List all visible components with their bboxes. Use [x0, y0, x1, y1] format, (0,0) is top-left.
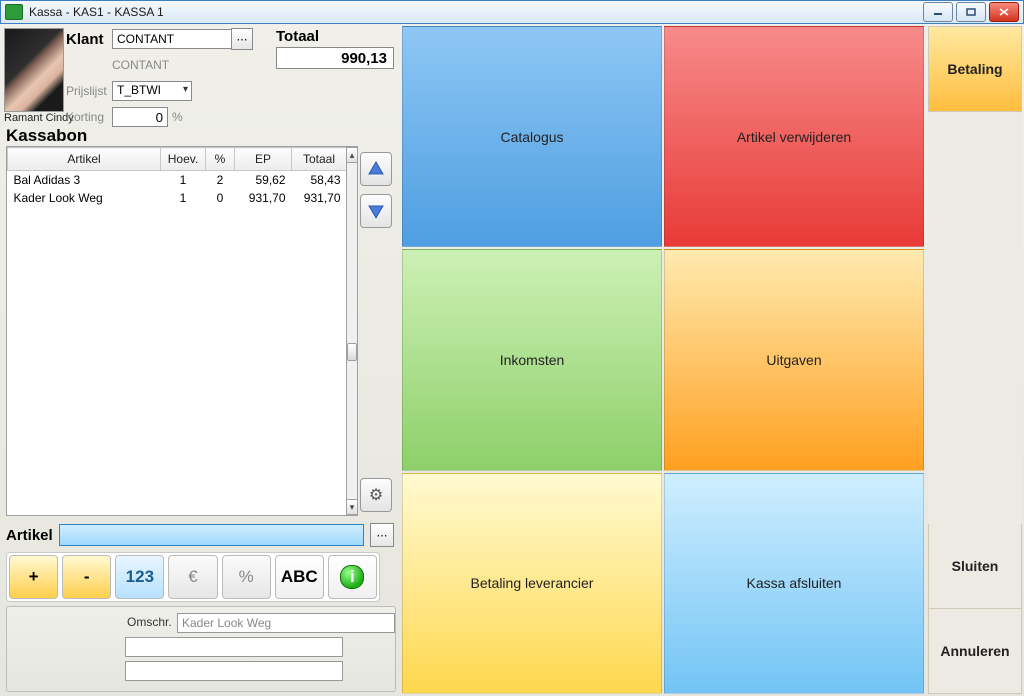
discount-input[interactable] — [112, 107, 168, 127]
scroll-down-icon[interactable]: ▾ — [346, 499, 358, 515]
settings-button[interactable]: ⚙ — [360, 478, 392, 512]
right-strip: Betaling Sluiten Annuleren — [928, 26, 1022, 694]
col-hoev[interactable]: Hoev. — [161, 148, 206, 171]
left-panel: Ramant Cindy Klant ⋯ CONTANT Prijslijst … — [0, 24, 398, 696]
keypad: + - 123 € % ABC i — [6, 552, 380, 602]
pricelist-label: Prijslijst — [66, 84, 112, 98]
close-button[interactable] — [989, 2, 1019, 22]
receipt-table: Artikel Hoev. % EP Totaal Bal Adidas 3 1… — [6, 146, 348, 516]
total-value: 990,13 — [276, 47, 394, 69]
scroll-track[interactable] — [346, 163, 358, 499]
description-input-3[interactable] — [125, 661, 343, 681]
keypad-plus[interactable]: + — [9, 555, 58, 599]
col-pct[interactable]: % — [206, 148, 235, 171]
window-title: Kassa - KAS1 - KASSA 1 — [29, 5, 164, 19]
pricelist-select[interactable]: T_BTWI — [112, 81, 192, 101]
tile-artikel-verwijderen[interactable]: Artikel verwijderen — [664, 26, 924, 247]
right-sluiten-button[interactable]: Sluiten — [928, 524, 1022, 609]
minimize-button[interactable] — [923, 2, 953, 22]
maximize-button[interactable] — [956, 2, 986, 22]
user-photo — [4, 28, 64, 112]
keypad-info[interactable]: i — [328, 555, 377, 599]
customer-display: CONTANT — [112, 58, 169, 72]
tile-kassa-afsluiten[interactable]: Kassa afsluiten — [664, 473, 924, 694]
receipt-header-row: Artikel Hoev. % EP Totaal — [8, 148, 347, 171]
info-icon: i — [340, 565, 364, 589]
total-label: Totaal — [276, 28, 394, 45]
artikel-row: Artikel ⋯ — [6, 522, 394, 548]
app-icon — [5, 4, 23, 20]
keypad-abc[interactable]: ABC — [275, 555, 324, 599]
col-ep[interactable]: EP — [235, 148, 292, 171]
description-input-1[interactable] — [177, 613, 395, 633]
description-input-2[interactable] — [125, 637, 343, 657]
titlebar: Kassa - KAS1 - KASSA 1 — [0, 0, 1024, 24]
keypad-123[interactable]: 123 — [115, 555, 164, 599]
window-controls — [923, 2, 1019, 22]
col-artikel[interactable]: Artikel — [8, 148, 161, 171]
customer-label: Klant — [66, 31, 112, 48]
tile-grid: Catalogus Artikel verwijderen Inkomsten … — [402, 26, 924, 694]
table-row[interactable]: Kader Look Weg 1 0 931,70 931,70 — [8, 189, 347, 207]
customer-lookup-button[interactable]: ⋯ — [231, 28, 253, 50]
table-row[interactable]: Bal Adidas 3 1 2 59,62 58,43 — [8, 171, 347, 190]
receipt-title: Kassabon — [6, 126, 87, 146]
keypad-pct[interactable]: % — [222, 555, 271, 599]
col-totaal[interactable]: Totaal — [292, 148, 347, 171]
workarea: Ramant Cindy Klant ⋯ CONTANT Prijslijst … — [0, 24, 1024, 696]
discount-suffix: % — [172, 110, 183, 124]
discount-label: Korting — [66, 110, 112, 124]
right-annuleren-button[interactable]: Annuleren — [928, 609, 1022, 694]
keypad-minus[interactable]: - — [62, 555, 111, 599]
right-spacer — [928, 112, 1022, 524]
right-betaling-button[interactable]: Betaling — [928, 26, 1022, 112]
scroll-up-icon[interactable]: ▴ — [346, 147, 358, 163]
scroll-thumb[interactable] — [347, 343, 357, 361]
artikel-label: Artikel — [6, 527, 53, 544]
receipt-scrollbar[interactable]: ▴ ▾ — [346, 146, 358, 516]
total-box: Totaal 990,13 — [276, 28, 394, 69]
artikel-input[interactable] — [59, 524, 364, 546]
tile-uitgaven[interactable]: Uitgaven — [664, 249, 924, 470]
tile-catalogus[interactable]: Catalogus — [402, 26, 662, 247]
artikel-lookup-button[interactable]: ⋯ — [370, 523, 394, 547]
description-box: Omschr. — [6, 606, 396, 692]
tile-inkomsten[interactable]: Inkomsten — [402, 249, 662, 470]
description-label: Omschr. — [127, 615, 172, 629]
user-name: Ramant Cindy — [4, 112, 74, 124]
move-up-button[interactable] — [360, 152, 392, 186]
tile-betaling-leverancier[interactable]: Betaling leverancier — [402, 473, 662, 694]
gear-icon: ⚙ — [369, 485, 383, 505]
customer-input[interactable] — [112, 29, 232, 49]
keypad-euro[interactable]: € — [168, 555, 217, 599]
move-down-button[interactable] — [360, 194, 392, 228]
customer-box: Klant ⋯ CONTANT Prijslijst T_BTWI Kortin… — [66, 28, 266, 132]
